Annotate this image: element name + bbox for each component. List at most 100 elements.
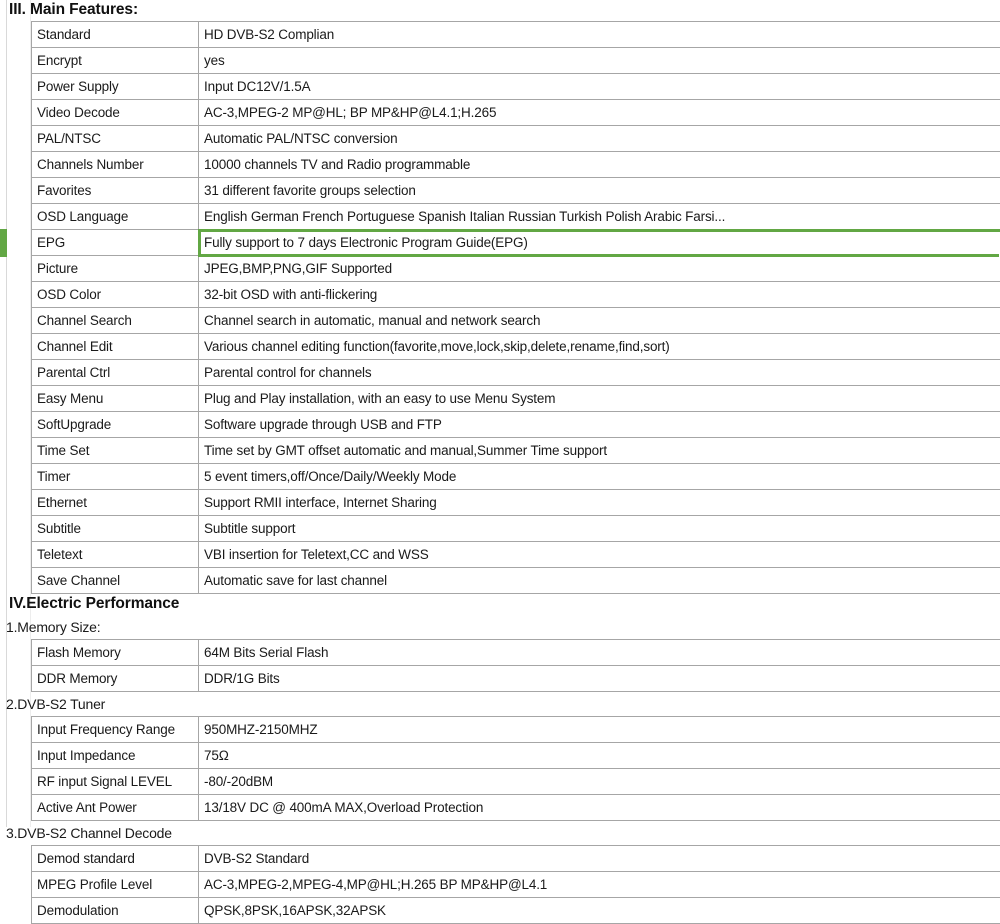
- spec-key: RF input Signal LEVEL: [32, 769, 199, 795]
- feature-value: 32-bit OSD with anti-flickering: [199, 282, 1000, 308]
- feature-value: Subtitle support: [199, 516, 1000, 542]
- table-row[interactable]: Demod standard DVB-S2 Standard: [32, 846, 1000, 872]
- feature-value: VBI insertion for Teletext,CC and WSS: [199, 542, 1000, 568]
- feature-value: Input DC12V/1.5A: [199, 74, 1000, 100]
- spec-key: Input Frequency Range: [32, 717, 199, 743]
- spec-key: Input Impedance: [32, 743, 199, 769]
- table-row[interactable]: SoftUpgrade Software upgrade through USB…: [32, 412, 1000, 438]
- table-row[interactable]: Time Set Time set by GMT offset automati…: [32, 438, 1000, 464]
- feature-key: OSD Color: [32, 282, 199, 308]
- table-row[interactable]: MPEG Profile Level AC-3,MPEG-2,MPEG-4,MP…: [32, 872, 1000, 898]
- spec-value: -80/-20dBM: [199, 769, 1000, 795]
- feature-value: Parental control for channels: [199, 360, 1000, 386]
- feature-value: English German French Portuguese Spanish…: [199, 204, 1000, 230]
- feature-key: Time Set: [32, 438, 199, 464]
- spec-key: Active Ant Power: [32, 795, 199, 821]
- table-row[interactable]: Ethernet Support RMII interface, Interne…: [32, 490, 1000, 516]
- feature-key: Easy Menu: [32, 386, 199, 412]
- dvb-s2-channel-decode-table: Demod standard DVB-S2 Standard MPEG Prof…: [31, 845, 1000, 924]
- table-row[interactable]: Teletext VBI insertion for Teletext,CC a…: [32, 542, 1000, 568]
- feature-value: Software upgrade through USB and FTP: [199, 412, 1000, 438]
- table-row[interactable]: Picture JPEG,BMP,PNG,GIF Supported: [32, 256, 1000, 282]
- table-row[interactable]: Input Frequency Range 950MHZ-2150MHZ: [32, 717, 1000, 743]
- feature-key: Ethernet: [32, 490, 199, 516]
- spec-key: MPEG Profile Level: [32, 872, 199, 898]
- table-row[interactable]: OSD Language English German French Portu…: [32, 204, 1000, 230]
- feature-key: Channel Search: [32, 308, 199, 334]
- feature-key: Save Channel: [32, 568, 199, 594]
- feature-key: Subtitle: [32, 516, 199, 542]
- table-row[interactable]: Timer 5 event timers,off/Once/Daily/Week…: [32, 464, 1000, 490]
- table-row[interactable]: Active Ant Power 13/18V DC @ 400mA MAX,O…: [32, 795, 1000, 821]
- spec-value: 75Ω: [199, 743, 1000, 769]
- table-row[interactable]: Encrypt yes: [32, 48, 1000, 74]
- feature-key: Favorites: [32, 178, 199, 204]
- table-row[interactable]: Channels Number 10000 channels TV and Ra…: [32, 152, 1000, 178]
- table-row[interactable]: Input Impedance 75Ω: [32, 743, 1000, 769]
- feature-value: Plug and Play installation, with an easy…: [199, 386, 1000, 412]
- feature-key: OSD Language: [32, 204, 199, 230]
- table-row[interactable]: Easy Menu Plug and Play installation, wi…: [32, 386, 1000, 412]
- spec-key: Demod standard: [32, 846, 199, 872]
- table-row[interactable]: Flash Memory 64M Bits Serial Flash: [32, 640, 1000, 666]
- spec-key: Flash Memory: [32, 640, 199, 666]
- feature-value: Support RMII interface, Internet Sharing: [199, 490, 1000, 516]
- table-row[interactable]: Standard HD DVB-S2 Complian: [32, 22, 1000, 48]
- feature-value: HD DVB-S2 Complian: [199, 22, 1000, 48]
- main-features-table: Standard HD DVB-S2 Complian Encrypt yes …: [31, 21, 1000, 594]
- feature-key: Channels Number: [32, 152, 199, 178]
- table-row[interactable]: Channel Search Channel search in automat…: [32, 308, 1000, 334]
- table-row[interactable]: Subtitle Subtitle support: [32, 516, 1000, 542]
- table-row[interactable]: Parental Ctrl Parental control for chann…: [32, 360, 1000, 386]
- spec-value: 64M Bits Serial Flash: [199, 640, 1000, 666]
- feature-value: Time set by GMT offset automatic and man…: [199, 438, 1000, 464]
- feature-value: yes: [199, 48, 1000, 74]
- table-row[interactable]: Favorites 31 different favorite groups s…: [32, 178, 1000, 204]
- spec-value: QPSK,8PSK,16APSK,32APSK: [199, 898, 1000, 924]
- feature-key: Power Supply: [32, 74, 199, 100]
- spec-value: 950MHZ-2150MHZ: [199, 717, 1000, 743]
- feature-key: SoftUpgrade: [32, 412, 199, 438]
- subsection-heading-dvb-s2-tuner: 2.DVB-S2 Tuner: [0, 692, 1000, 716]
- feature-key: Timer: [32, 464, 199, 490]
- table-row[interactable]: Video Decode AC-3,MPEG-2 MP@HL; BP MP&HP…: [32, 100, 1000, 126]
- feature-key: Teletext: [32, 542, 199, 568]
- table-row[interactable]: Channel Edit Various channel editing fun…: [32, 334, 1000, 360]
- feature-key: Picture: [32, 256, 199, 282]
- memory-size-table: Flash Memory 64M Bits Serial Flash DDR M…: [31, 639, 1000, 692]
- table-row[interactable]: OSD Color 32-bit OSD with anti-flickerin…: [32, 282, 1000, 308]
- spec-key: Demodulation: [32, 898, 199, 924]
- section-heading-main-features: III. Main Features:: [0, 0, 1000, 21]
- table-row-selected[interactable]: EPG Fully support to 7 days Electronic P…: [32, 230, 1000, 256]
- feature-value: 10000 channels TV and Radio programmable: [199, 152, 1000, 178]
- table-row[interactable]: Save Channel Automatic save for last cha…: [32, 568, 1000, 594]
- subsection-heading-dvb-s2-channel-decode: 3.DVB-S2 Channel Decode: [0, 821, 1000, 845]
- document-page: III. Main Features: Standard HD DVB-S2 C…: [0, 0, 1000, 924]
- feature-value: AC-3,MPEG-2 MP@HL; BP MP&HP@L4.1;H.265: [199, 100, 1000, 126]
- selection-row-marker: [0, 229, 7, 257]
- feature-value: Automatic save for last channel: [199, 568, 1000, 594]
- feature-key: EPG: [32, 230, 199, 256]
- feature-value: Automatic PAL/NTSC conversion: [199, 126, 1000, 152]
- spec-value: AC-3,MPEG-2,MPEG-4,MP@HL;H.265 BP MP&HP@…: [199, 872, 1000, 898]
- section-heading-electric-performance: IV.Electric Performance: [0, 594, 1000, 615]
- spec-value: 13/18V DC @ 400mA MAX,Overload Protectio…: [199, 795, 1000, 821]
- table-row[interactable]: Demodulation QPSK,8PSK,16APSK,32APSK: [32, 898, 1000, 924]
- table-row[interactable]: Power Supply Input DC12V/1.5A: [32, 74, 1000, 100]
- feature-value: 5 event timers,off/Once/Daily/Weekly Mod…: [199, 464, 1000, 490]
- feature-key: PAL/NTSC: [32, 126, 199, 152]
- feature-key: Video Decode: [32, 100, 199, 126]
- feature-value: Various channel editing function(favorit…: [199, 334, 1000, 360]
- table-row[interactable]: DDR Memory DDR/1G Bits: [32, 666, 1000, 692]
- subsection-heading-memory-size: 1.Memory Size:: [0, 615, 1000, 639]
- dvb-s2-tuner-table: Input Frequency Range 950MHZ-2150MHZ Inp…: [31, 716, 1000, 821]
- feature-value: JPEG,BMP,PNG,GIF Supported: [199, 256, 1000, 282]
- spec-value: DDR/1G Bits: [199, 666, 1000, 692]
- feature-key: Encrypt: [32, 48, 199, 74]
- table-row[interactable]: RF input Signal LEVEL -80/-20dBM: [32, 769, 1000, 795]
- feature-key: Standard: [32, 22, 199, 48]
- spec-value: DVB-S2 Standard: [199, 846, 1000, 872]
- table-row[interactable]: PAL/NTSC Automatic PAL/NTSC conversion: [32, 126, 1000, 152]
- feature-value: Channel search in automatic, manual and …: [199, 308, 1000, 334]
- feature-key: Channel Edit: [32, 334, 199, 360]
